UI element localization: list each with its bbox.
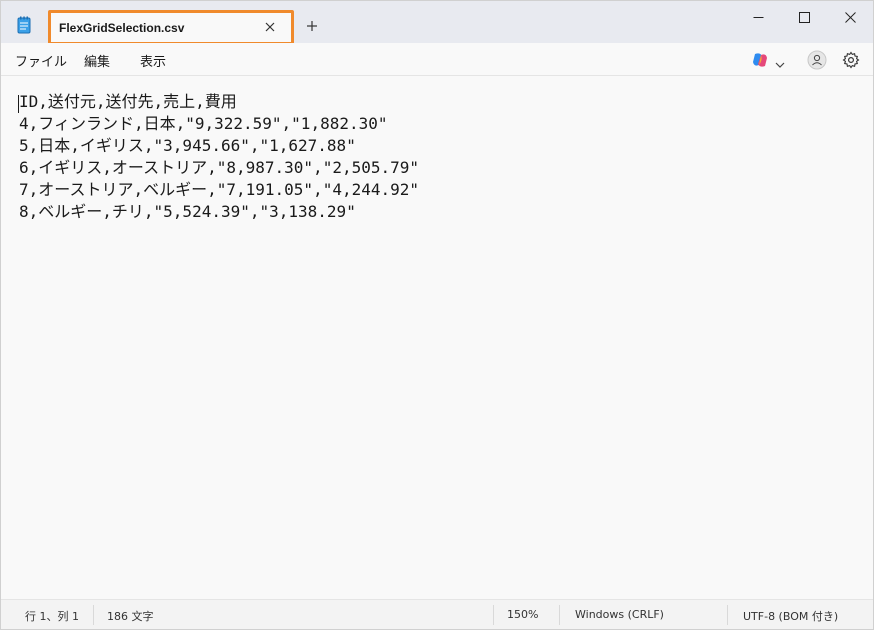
maximize-icon[interactable] [781, 1, 827, 33]
status-bar: 行 1、列 1 186 文字 150% Windows (CRLF) UTF-8… [1, 599, 873, 629]
notepad-icon [17, 16, 31, 34]
minimize-icon[interactable] [735, 1, 781, 33]
status-divider [493, 605, 494, 625]
text-editor[interactable]: ID,送付元,送付先,売上,費用 4,フィンランド,日本,"9,322.59",… [1, 77, 873, 599]
status-divider [93, 605, 94, 625]
status-character-count: 186 文字 [107, 610, 154, 623]
gear-icon[interactable] [842, 51, 860, 69]
editor-line: 6,イギリス,オーストリア,"8,987.30","2,505.79" [19, 158, 420, 177]
editor-line: 8,ベルギー,チリ,"5,524.39","3,138.29" [19, 202, 356, 221]
title-bar: FlexGridSelection.csv [1, 1, 873, 45]
status-encoding[interactable]: UTF-8 (BOM 付き) [743, 608, 838, 624]
new-tab-plus-icon[interactable] [303, 17, 321, 35]
menu-bar: ファイル 編集 表示 [1, 43, 873, 76]
editor-line: ID,送付元,送付先,売上,費用 [19, 92, 237, 111]
tab-title: FlexGridSelection.csv [59, 21, 185, 35]
tab-flexgridselection[interactable]: FlexGridSelection.csv [48, 10, 294, 45]
chevron-down-icon[interactable] [775, 55, 785, 68]
account-icon[interactable] [807, 50, 827, 70]
status-cursor-position: 行 1、列 1 [25, 610, 79, 623]
copilot-icon[interactable] [751, 51, 769, 69]
menu-view[interactable]: 表示 [140, 51, 166, 70]
editor-line: 5,日本,イギリス,"3,945.66","1,627.88" [19, 136, 356, 155]
menu-file[interactable]: ファイル [15, 51, 67, 70]
status-line-ending[interactable]: Windows (CRLF) [575, 608, 664, 621]
status-divider [559, 605, 560, 625]
close-tab-icon[interactable] [261, 18, 279, 36]
text-caret [18, 95, 19, 113]
menu-edit[interactable]: 編集 [84, 51, 110, 70]
editor-line: 4,フィンランド,日本,"9,322.59","1,882.30" [19, 114, 388, 133]
status-divider [727, 605, 728, 625]
status-zoom[interactable]: 150% [507, 608, 538, 621]
close-window-icon[interactable] [827, 1, 873, 33]
editor-line: 7,オーストリア,ベルギー,"7,191.05","4,244.92" [19, 180, 420, 199]
notepad-window: FlexGridSelection.csv ファイル 編集 表示 ID,送付元,… [0, 0, 874, 630]
